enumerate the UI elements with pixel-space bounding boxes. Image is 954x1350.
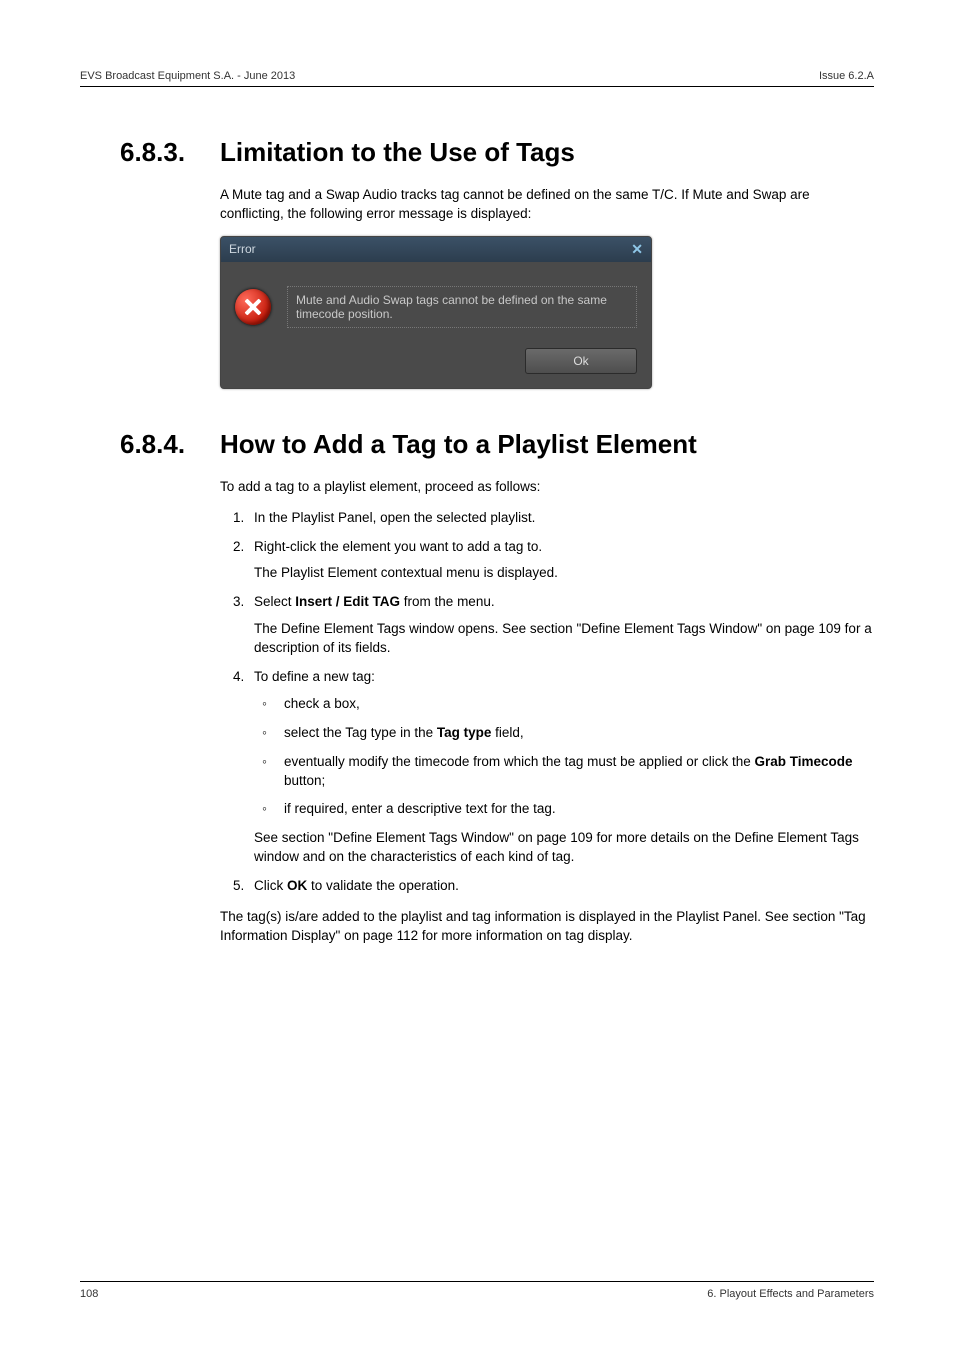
section-683-intro: A Mute tag and a Swap Audio tracks tag c… [120,186,874,224]
ok-button[interactable]: Ok [525,348,637,374]
header-right: Issue 6.2.A [819,70,874,82]
step-4a: check a box, [276,695,874,714]
step-2-subtext: The Playlist Element contextual menu is … [254,564,874,583]
section-heading-684: 6.8.4. How to Add a Tag to a Playlist El… [120,429,874,460]
step-2: Right-click the element you want to add … [248,538,874,584]
step-4-sublist: check a box, select the Tag type in the … [254,695,874,819]
step-1: In the Playlist Panel, open the selected… [248,509,874,528]
dialog-body: Mute and Audio Swap tags cannot be defin… [221,262,651,348]
step-4-text: To define a new tag: [254,669,375,684]
page-footer: 108 6. Playout Effects and Parameters [80,1281,874,1300]
step-4d: if required, enter a descriptive text fo… [276,800,874,819]
step-5-pre: Click [254,878,287,893]
step-2-text: Right-click the element you want to add … [254,539,542,554]
section-title: How to Add a Tag to a Playlist Element [220,429,697,460]
step-4c-bold: Grab Timecode [754,754,852,769]
step-5-post: to validate the operation. [307,878,459,893]
header-left: EVS Broadcast Equipment S.A. - June 2013 [80,70,295,82]
step-4: To define a new tag: check a box, select… [248,668,874,867]
step-5-bold: OK [287,878,307,893]
steps-list: In the Playlist Panel, open the selected… [120,509,874,896]
section-title: Limitation to the Use of Tags [220,137,575,168]
dialog-message: Mute and Audio Swap tags cannot be defin… [287,286,637,328]
section-number: 6.8.4. [120,429,220,460]
section-684-closing: The tag(s) is/are added to the playlist … [120,908,874,946]
error-dialog-figure: Error ✕ Mute and Audio Swap tags cannot … [220,236,874,389]
step-1-text: In the Playlist Panel, open the selected… [254,510,535,525]
footer-page-number: 108 [80,1288,98,1300]
step-3-subtext: The Define Element Tags window opens. Se… [254,620,874,658]
dialog-footer: Ok [221,348,651,388]
step-3-pre: Select [254,594,295,609]
section-number: 6.8.3. [120,137,220,168]
step-4c-pre: eventually modify the timecode from whic… [284,754,754,769]
step-4c: eventually modify the timecode from whic… [276,753,874,791]
step-3-bold: Insert / Edit TAG [295,594,400,609]
footer-chapter: 6. Playout Effects and Parameters [707,1288,874,1300]
dialog-title: Error [229,242,256,256]
step-4b-pre: select the Tag type in the [284,725,437,740]
step-5: Click OK to validate the operation. [248,877,874,896]
error-icon [235,289,271,325]
dialog-titlebar: Error ✕ [221,237,651,262]
step-3-post: from the menu. [400,594,495,609]
step-4-subtext: See section "Define Element Tags Window"… [254,829,874,867]
step-4b-post: field, [491,725,523,740]
section-684-intro: To add a tag to a playlist element, proc… [120,478,874,497]
section-heading-683: 6.8.3. Limitation to the Use of Tags [120,137,874,168]
close-icon[interactable]: ✕ [631,241,643,258]
step-3: Select Insert / Edit TAG from the menu. … [248,593,874,658]
step-4b: select the Tag type in the Tag type fiel… [276,724,874,743]
error-dialog: Error ✕ Mute and Audio Swap tags cannot … [220,236,652,389]
step-4c-post: button; [284,773,325,788]
page-header: EVS Broadcast Equipment S.A. - June 2013… [80,70,874,87]
step-4b-bold: Tag type [437,725,492,740]
